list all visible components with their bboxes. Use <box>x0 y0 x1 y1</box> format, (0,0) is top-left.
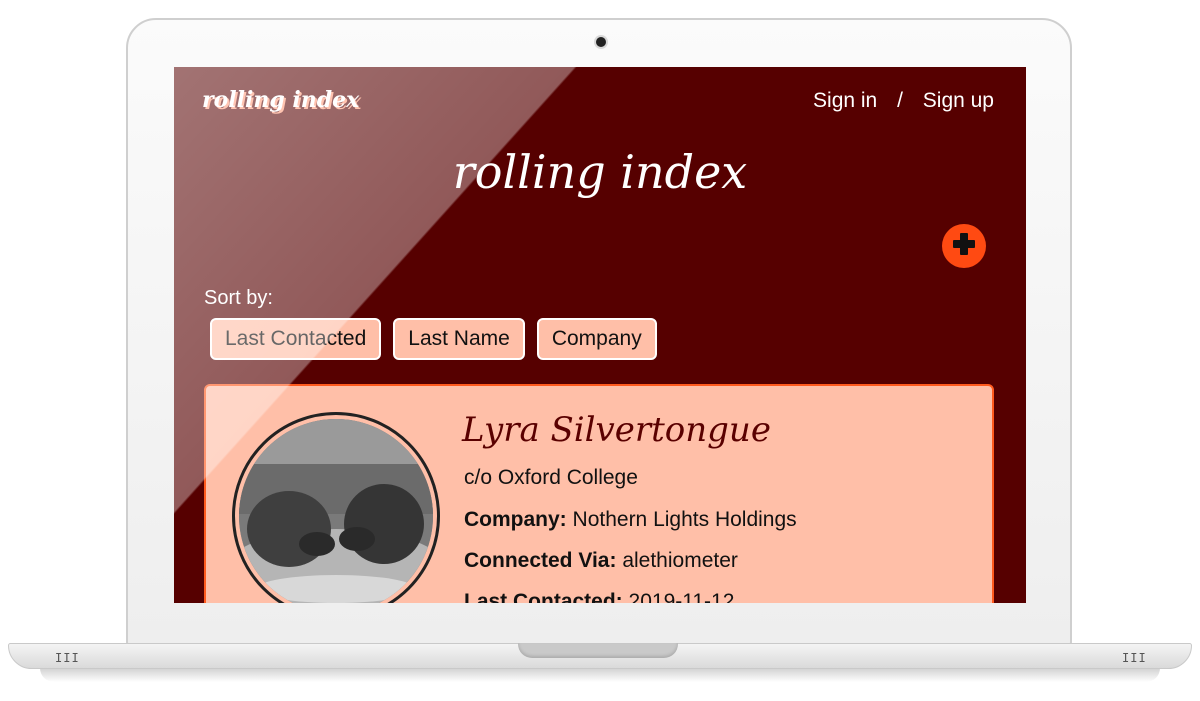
page-title: rolling index <box>452 145 748 199</box>
laptop-notch <box>518 643 678 658</box>
plus-icon <box>951 231 977 261</box>
vent-left: III <box>55 651 80 665</box>
sign-up-link[interactable]: Sign up <box>923 89 994 112</box>
auth-nav: Sign in / Sign up <box>813 89 994 113</box>
contact-connected-via: Connected Via: alethiometer <box>464 549 738 573</box>
camera-icon <box>596 37 606 47</box>
contact-card[interactable]: Lyra Silvertongue c/o Oxford College Com… <box>204 384 994 603</box>
last-contacted-label: Last Contacted: <box>464 590 623 603</box>
contact-last-contacted: Last Contacted: 2019-11-12 <box>464 590 734 603</box>
avatar <box>232 412 440 603</box>
avatar-photo <box>239 419 433 603</box>
sort-options: Last Contacted Last Name Company <box>210 318 657 360</box>
auth-separator: / <box>897 89 903 112</box>
last-contacted-value: 2019-11-12 <box>628 590 735 603</box>
contact-name[interactable]: Lyra Silvertongue <box>462 410 771 450</box>
connected-via-value: alethiometer <box>622 549 738 572</box>
connected-via-label: Connected Via: <box>464 549 617 572</box>
sort-last-name-button[interactable]: Last Name <box>393 318 525 360</box>
brand-logo[interactable]: rolling index <box>202 87 359 113</box>
company-label: Company: <box>464 508 567 531</box>
sign-in-link[interactable]: Sign in <box>813 89 877 112</box>
sort-company-button[interactable]: Company <box>536 318 657 360</box>
contact-company: Company: Nothern Lights Holdings <box>464 508 797 532</box>
sort-last-contacted-button[interactable]: Last Contacted <box>210 318 382 360</box>
add-contact-button[interactable] <box>942 224 986 268</box>
vent-right: III <box>1122 651 1147 665</box>
app-screen: rolling index Sign in / Sign up rolling … <box>174 67 1026 603</box>
laptop-shadow <box>40 668 1160 682</box>
sort-label: Sort by: <box>204 287 273 309</box>
contact-address: c/o Oxford College <box>464 466 638 489</box>
company-value: Nothern Lights Holdings <box>572 508 797 531</box>
